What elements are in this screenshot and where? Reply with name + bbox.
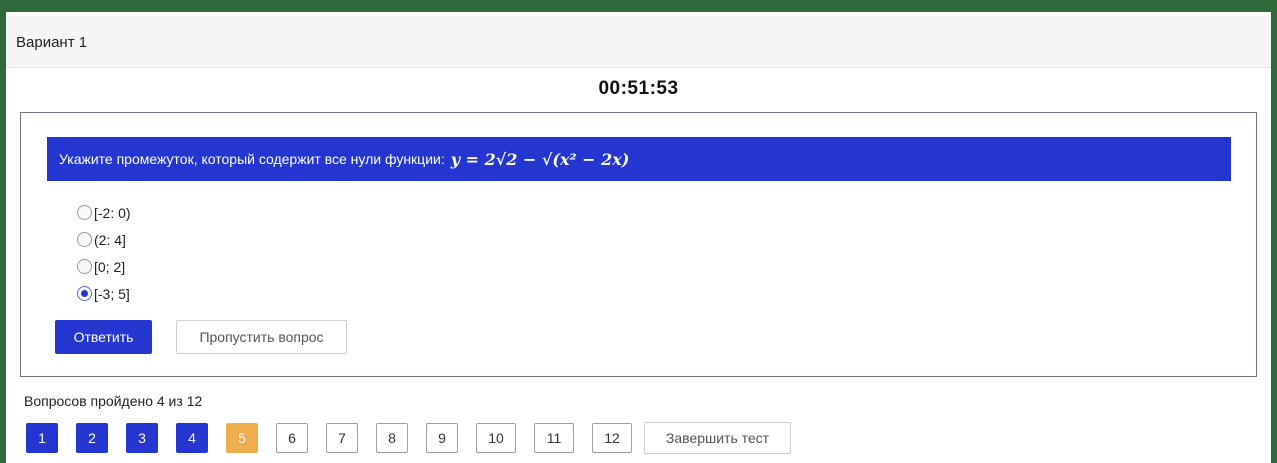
page-button-11[interactable]: 11 xyxy=(534,423,574,453)
answer-option[interactable]: [-3; 5] xyxy=(77,280,131,307)
question-panel: Укажите промежуток, который содержит все… xyxy=(20,112,1257,377)
countdown-timer: 00:51:53 xyxy=(598,78,679,99)
radio-button[interactable] xyxy=(77,232,92,247)
radio-button[interactable] xyxy=(77,205,92,220)
card-header: Вариант 1 xyxy=(6,16,1271,68)
progress-status: Вопросов пройдено 4 из 12 xyxy=(24,393,203,409)
finish-test-button[interactable]: Завершить тест xyxy=(644,422,791,454)
answer-option[interactable]: (2: 4] xyxy=(77,226,131,253)
page-button-3[interactable]: 3 xyxy=(126,423,158,453)
answer-option-label: [-3; 5] xyxy=(94,285,130,302)
answer-option[interactable]: [-2: 0) xyxy=(77,199,131,226)
answer-option-label: (2: 4] xyxy=(94,231,126,248)
skip-question-button[interactable]: Пропустить вопрос xyxy=(176,320,347,354)
page-button-12[interactable]: 12 xyxy=(592,423,632,453)
page-button-4[interactable]: 4 xyxy=(176,423,208,453)
answer-option-label: [-2: 0) xyxy=(94,204,131,221)
page-button-2[interactable]: 2 xyxy=(76,423,108,453)
answer-option[interactable]: [0; 2] xyxy=(77,253,131,280)
variant-title: Вариант 1 xyxy=(16,34,88,51)
page-button-6[interactable]: 6 xyxy=(276,423,308,453)
page-button-9[interactable]: 9 xyxy=(426,423,458,453)
question-pager: 1 2 3 4 5 6 7 8 9 10 11 12 Завершить тест xyxy=(26,422,791,454)
question-formula: y = 2√2 − √(x² − 2x) xyxy=(450,149,630,169)
answer-button[interactable]: Ответить xyxy=(55,320,152,354)
answer-option-label: [0; 2] xyxy=(94,258,126,275)
question-header: Укажите промежуток, который содержит все… xyxy=(47,137,1231,181)
test-window: Вариант 1 00:51:53 Укажите промежуток, к… xyxy=(6,12,1271,463)
radio-button[interactable] xyxy=(77,259,92,274)
page-button-5[interactable]: 5 xyxy=(226,423,258,453)
page-button-7[interactable]: 7 xyxy=(326,423,358,453)
question-text: Укажите промежуток, который содержит все… xyxy=(59,151,445,167)
answer-options: [-2: 0) (2: 4] [0; 2] [-3; 5] xyxy=(77,199,131,307)
page-button-8[interactable]: 8 xyxy=(376,423,408,453)
radio-button[interactable] xyxy=(77,286,92,301)
page-button-10[interactable]: 10 xyxy=(476,423,516,453)
page-button-1[interactable]: 1 xyxy=(26,423,58,453)
